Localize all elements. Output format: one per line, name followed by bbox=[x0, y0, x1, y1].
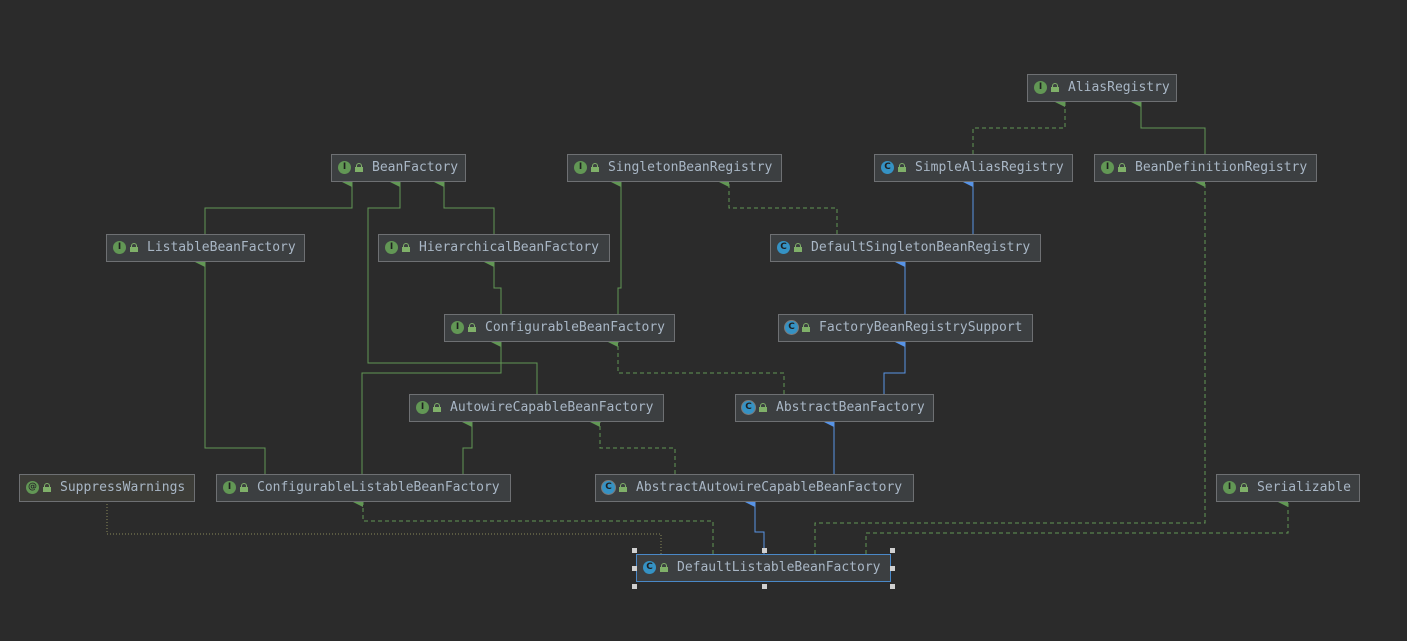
public-access-icon bbox=[240, 483, 248, 492]
interface-icon: I bbox=[223, 481, 236, 494]
node-BeanFactory[interactable]: I BeanFactory bbox=[331, 154, 466, 182]
node-label: SingletonBeanRegistry bbox=[608, 160, 773, 175]
selection-handle[interactable] bbox=[890, 584, 895, 589]
public-access-icon bbox=[898, 163, 906, 172]
node-label: AutowireCapableBeanFactory bbox=[450, 400, 654, 415]
public-access-icon bbox=[1240, 483, 1248, 492]
node-BeanDefinitionRegistry[interactable]: I BeanDefinitionRegistry bbox=[1094, 154, 1317, 182]
edge-BeanDefinitionRegistry-to-AliasRegistry bbox=[1131, 97, 1206, 154]
node-label: AbstractAutowireCapableBeanFactory bbox=[636, 480, 903, 495]
public-access-icon bbox=[43, 483, 51, 492]
interface-icon: I bbox=[416, 401, 429, 414]
interface-icon: I bbox=[338, 161, 351, 174]
node-ListableBeanFactory[interactable]: I ListableBeanFactory bbox=[106, 234, 305, 262]
node-label: ListableBeanFactory bbox=[147, 240, 296, 255]
public-access-icon bbox=[619, 483, 627, 492]
node-AliasRegistry[interactable]: I AliasRegistry bbox=[1027, 74, 1177, 102]
selection-handle[interactable] bbox=[632, 566, 637, 571]
interface-icon: I bbox=[1101, 161, 1114, 174]
edge-AbstractBeanFactory-to-FactoryBeanRegistrySupport bbox=[883, 337, 906, 394]
selection-handle[interactable] bbox=[890, 566, 895, 571]
selection-handle[interactable] bbox=[762, 584, 767, 589]
edge-DefaultListableBeanFactory-to-Serializable bbox=[865, 497, 1289, 554]
public-access-icon bbox=[794, 243, 802, 252]
node-ConfigurableBeanFactory[interactable]: I ConfigurableBeanFactory bbox=[444, 314, 675, 342]
class-icon: C bbox=[643, 561, 656, 574]
public-access-icon bbox=[802, 323, 810, 332]
interface-icon: I bbox=[113, 241, 126, 254]
annotation-type-icon: @ bbox=[26, 481, 39, 494]
node-label: AbstractBeanFactory bbox=[776, 400, 925, 415]
public-access-icon bbox=[402, 243, 410, 252]
node-label: Serializable bbox=[1257, 480, 1351, 495]
edge-AbstractBeanFactory-to-ConfigurableBeanFactory bbox=[608, 337, 785, 394]
node-Serializable[interactable]: I Serializable bbox=[1216, 474, 1360, 502]
edge-ListableBeanFactory-to-BeanFactory bbox=[204, 177, 353, 234]
interface-icon: I bbox=[385, 241, 398, 254]
node-label: DefaultListableBeanFactory bbox=[677, 560, 881, 575]
node-SingletonBeanRegistry[interactable]: I SingletonBeanRegistry bbox=[567, 154, 782, 182]
abstract-class-icon: C bbox=[785, 321, 798, 334]
node-AbstractAutowireCapableBeanFactory[interactable]: C AbstractAutowireCapableBeanFactory bbox=[595, 474, 914, 502]
public-access-icon bbox=[660, 563, 668, 572]
public-access-icon bbox=[433, 403, 441, 412]
edge-ConfigurableBeanFactory-to-HierarchicalBeanFactory bbox=[484, 257, 502, 314]
edge-ConfigurableListableBeanFactory-to-AutowireCapableBeanFactory bbox=[462, 417, 473, 474]
abstract-class-icon: C bbox=[742, 401, 755, 414]
node-SuppressWarnings[interactable]: @ SuppressWarnings bbox=[19, 474, 195, 502]
public-access-icon bbox=[1118, 163, 1126, 172]
class-icon: C bbox=[881, 161, 894, 174]
interface-icon: I bbox=[1034, 81, 1047, 94]
selection-handle[interactable] bbox=[890, 548, 895, 553]
public-access-icon bbox=[591, 163, 599, 172]
edge-SimpleAliasRegistry-to-AliasRegistry bbox=[972, 97, 1066, 154]
abstract-class-icon: C bbox=[602, 481, 615, 494]
edge-AbstractAutowireCapableBeanFactory-to-AutowireCapableBeanFactory bbox=[590, 417, 676, 474]
selection-handle[interactable] bbox=[762, 548, 767, 553]
node-label: ConfigurableListableBeanFactory bbox=[257, 480, 500, 495]
node-label: AliasRegistry bbox=[1068, 80, 1170, 95]
edge-ConfigurableListableBeanFactory-to-ListableBeanFactory bbox=[195, 257, 266, 474]
interface-icon: I bbox=[574, 161, 587, 174]
public-access-icon bbox=[1051, 83, 1059, 92]
node-label: HierarchicalBeanFactory bbox=[419, 240, 600, 255]
edge-DefaultListableBeanFactory-to-AbstractAutowireCapableBeanFactory bbox=[745, 497, 765, 554]
interface-icon: I bbox=[1223, 481, 1236, 494]
node-SimpleAliasRegistry[interactable]: C SimpleAliasRegistry bbox=[874, 154, 1073, 182]
edge-DefaultSingletonBeanRegistry-to-SingletonBeanRegistry bbox=[719, 177, 838, 234]
edge-HierarchicalBeanFactory-to-BeanFactory bbox=[434, 177, 495, 234]
public-access-icon bbox=[130, 243, 138, 252]
node-ConfigurableListableBeanFactory[interactable]: I ConfigurableListableBeanFactory bbox=[216, 474, 511, 502]
selection-handle[interactable] bbox=[632, 584, 637, 589]
public-access-icon bbox=[468, 323, 476, 332]
node-AbstractBeanFactory[interactable]: C AbstractBeanFactory bbox=[735, 394, 934, 422]
public-access-icon bbox=[355, 163, 363, 172]
node-label: DefaultSingletonBeanRegistry bbox=[811, 240, 1031, 255]
diagram-canvas bbox=[106, 97, 1289, 554]
class-icon: C bbox=[777, 241, 790, 254]
edge-AutowireCapableBeanFactory-to-BeanFactory bbox=[367, 177, 538, 394]
node-label: ConfigurableBeanFactory bbox=[485, 320, 666, 335]
public-access-icon bbox=[759, 403, 767, 412]
node-DefaultListableBeanFactory[interactable]: C DefaultListableBeanFactory bbox=[636, 554, 891, 582]
node-HierarchicalBeanFactory[interactable]: I HierarchicalBeanFactory bbox=[378, 234, 610, 262]
node-FactoryBeanRegistrySupport[interactable]: C FactoryBeanRegistrySupport bbox=[778, 314, 1033, 342]
node-label: SimpleAliasRegistry bbox=[915, 160, 1064, 175]
selection-handle[interactable] bbox=[632, 548, 637, 553]
node-label: SuppressWarnings bbox=[60, 480, 186, 495]
edge-DefaultListableBeanFactory-to-SuppressWarnings bbox=[106, 502, 662, 554]
node-label: BeanFactory bbox=[372, 160, 459, 175]
node-AutowireCapableBeanFactory[interactable]: I AutowireCapableBeanFactory bbox=[409, 394, 664, 422]
node-label: BeanDefinitionRegistry bbox=[1135, 160, 1308, 175]
interface-icon: I bbox=[451, 321, 464, 334]
edge-DefaultListableBeanFactory-to-ConfigurableListableBeanFactory bbox=[353, 497, 714, 554]
node-label: FactoryBeanRegistrySupport bbox=[819, 320, 1023, 335]
node-DefaultSingletonBeanRegistry[interactable]: C DefaultSingletonBeanRegistry bbox=[770, 234, 1041, 262]
edge-ConfigurableBeanFactory-to-SingletonBeanRegistry bbox=[611, 177, 622, 314]
